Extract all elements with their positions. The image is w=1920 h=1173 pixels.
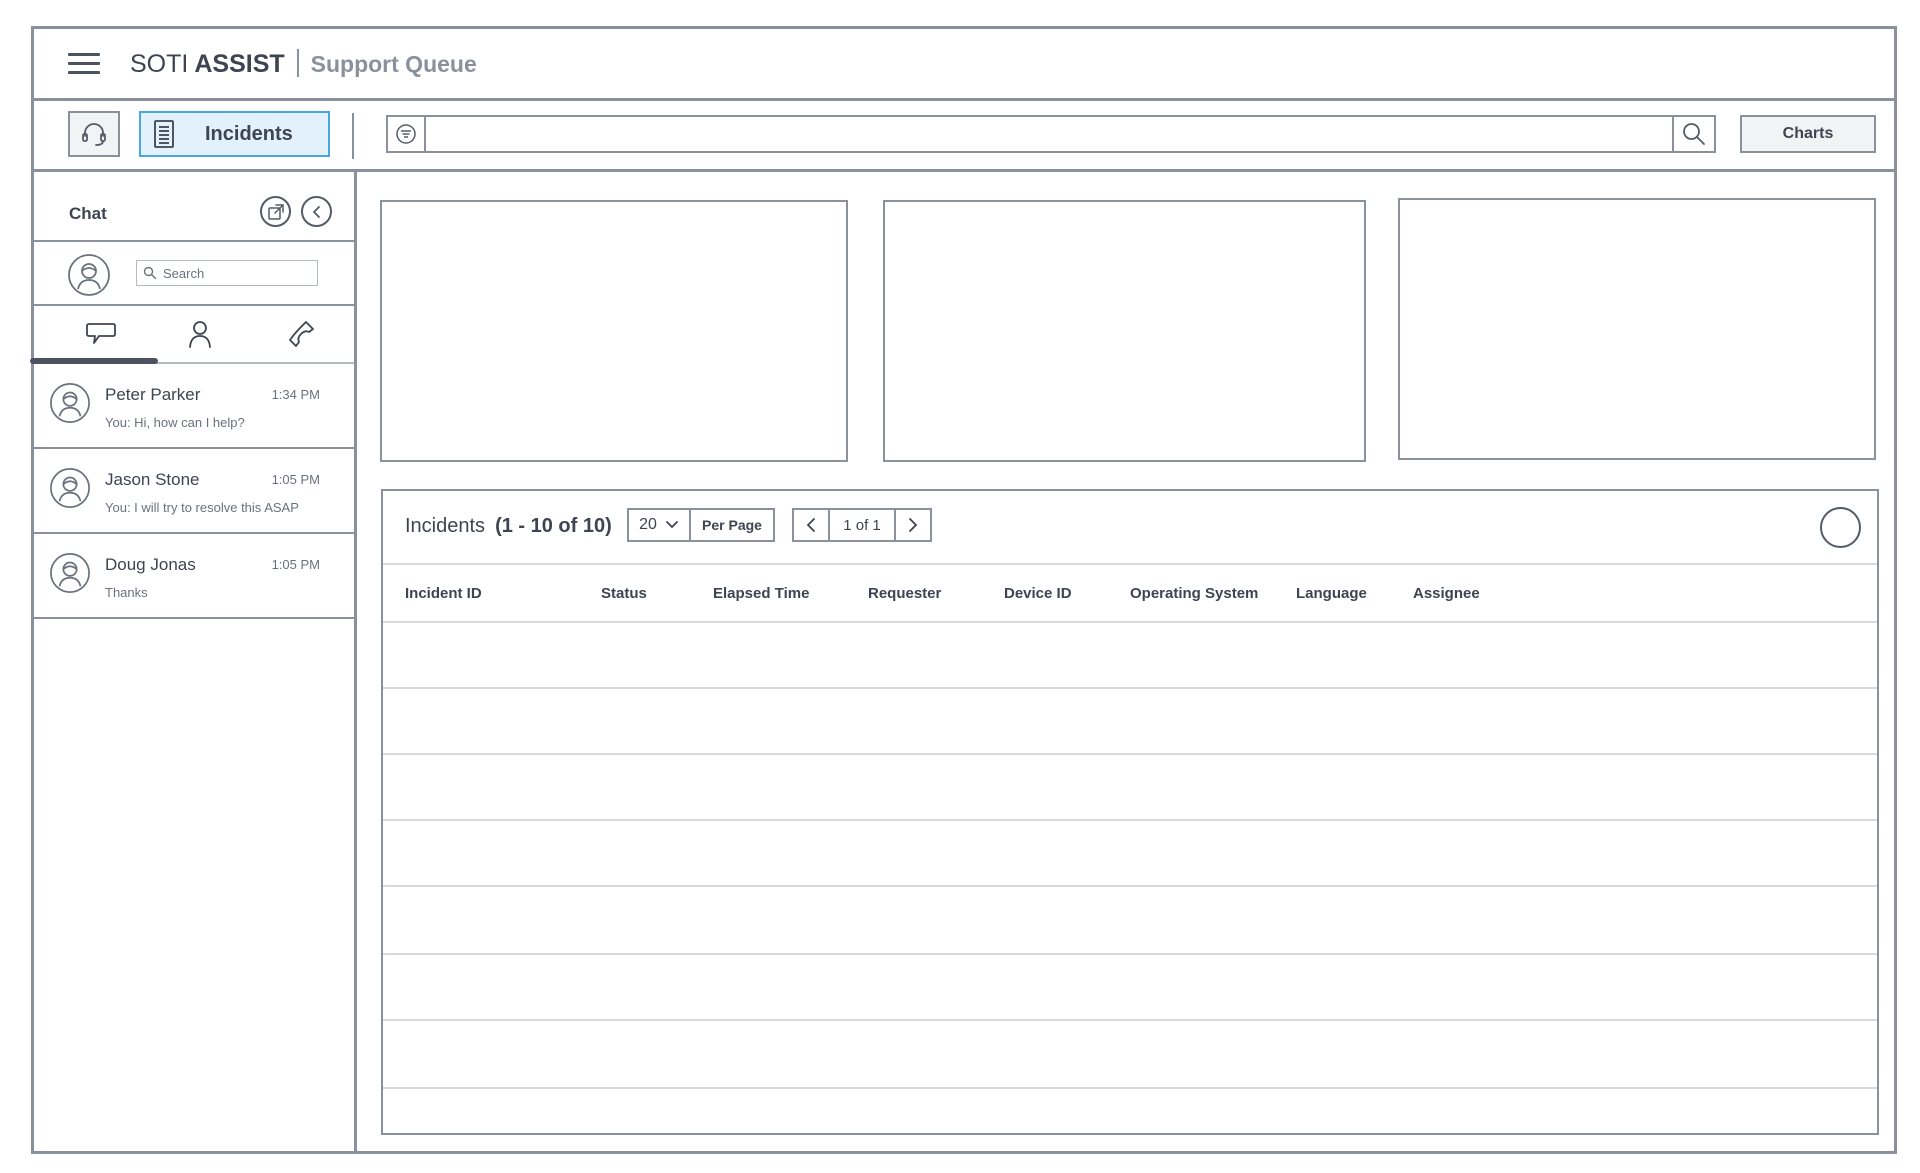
conversation-item[interactable]: Jason Stone 1:05 PM You: I will try to r… bbox=[34, 449, 354, 534]
chat-search-input[interactable] bbox=[161, 261, 311, 285]
headset-icon bbox=[82, 123, 106, 146]
tab-calls[interactable] bbox=[282, 316, 322, 352]
table-row[interactable] bbox=[383, 755, 1877, 821]
external-link-icon bbox=[267, 203, 284, 220]
table-row[interactable] bbox=[383, 955, 1877, 1021]
table-header: Incident ID Status Elapsed Time Requeste… bbox=[383, 565, 1877, 623]
column-header[interactable]: Requester bbox=[868, 585, 941, 602]
magnifier-icon bbox=[1683, 123, 1705, 145]
brand-divider bbox=[296, 49, 299, 77]
contact-name: Doug Jonas bbox=[105, 555, 196, 574]
conversation-item[interactable]: Peter Parker 1:34 PM You: Hi, how can I … bbox=[34, 364, 354, 449]
chat-header: Chat bbox=[34, 172, 354, 242]
incidents-panel: Incidents (1 - 10 of 10) 20 Per Page 1 of… bbox=[381, 489, 1879, 1135]
incidents-count: (1 - 10 of 10) bbox=[495, 515, 612, 537]
table-row[interactable] bbox=[383, 887, 1877, 955]
contact-name: Jason Stone bbox=[105, 470, 200, 489]
column-header[interactable]: Device ID bbox=[1004, 585, 1072, 602]
search-icon bbox=[143, 266, 157, 280]
contact-name: Peter Parker bbox=[105, 385, 201, 404]
phone-icon bbox=[289, 321, 314, 347]
charts-button[interactable]: Charts bbox=[1740, 115, 1876, 153]
per-page-select[interactable]: 20 bbox=[629, 510, 691, 540]
table-row[interactable] bbox=[383, 623, 1877, 689]
brand-name-bold: ASSIST bbox=[194, 50, 285, 78]
message-time: 1:05 PM bbox=[271, 557, 320, 572]
toolbar: Incidents Charts bbox=[34, 101, 1894, 172]
previous-page-button[interactable] bbox=[794, 510, 830, 540]
column-header[interactable]: Incident ID bbox=[405, 585, 482, 602]
summary-card bbox=[1398, 198, 1876, 460]
chat-search-field bbox=[136, 260, 318, 286]
next-page-button[interactable] bbox=[894, 510, 930, 540]
summary-card bbox=[380, 200, 848, 462]
support-tab-button[interactable] bbox=[68, 111, 120, 157]
column-header[interactable]: Status bbox=[601, 585, 647, 602]
conversation-item[interactable]: Doug Jonas 1:05 PM Thanks bbox=[34, 534, 354, 619]
chat-sidebar: Chat Search Peter Parker 1:34 PM You: Hi… bbox=[30, 172, 357, 1154]
document-list-icon bbox=[154, 120, 174, 148]
chevron-left-icon bbox=[312, 205, 320, 218]
column-header[interactable]: Elapsed Time bbox=[713, 585, 809, 602]
per-page-control: 20 Per Page bbox=[627, 508, 775, 542]
speech-bubble-icon bbox=[86, 323, 116, 344]
panel-action-button[interactable] bbox=[1820, 507, 1861, 548]
chevron-right-icon bbox=[909, 518, 918, 532]
brand-name-light: SOTI bbox=[130, 50, 189, 78]
incidents-title: Incidents (1 - 10 of 10) bbox=[405, 515, 612, 538]
chevron-left-icon bbox=[806, 518, 815, 532]
incidents-tab-label: Incidents bbox=[205, 122, 293, 145]
table-row[interactable] bbox=[383, 689, 1877, 755]
app-window: SOTI ASSIST Support Queue Incidents Char… bbox=[30, 26, 1897, 1154]
filter-button[interactable] bbox=[388, 117, 426, 151]
message-preview: Thanks bbox=[105, 585, 148, 600]
person-icon bbox=[189, 321, 211, 348]
popout-chat-button[interactable] bbox=[260, 196, 291, 227]
incidents-tab-button[interactable]: Incidents bbox=[139, 111, 330, 157]
collapse-sidebar-button[interactable] bbox=[301, 196, 332, 227]
message-time: 1:34 PM bbox=[271, 387, 320, 402]
app-brand: SOTI ASSIST Support Queue bbox=[130, 49, 477, 79]
message-time: 1:05 PM bbox=[271, 472, 320, 487]
contact-avatar-icon bbox=[50, 383, 90, 423]
chat-title: Chat bbox=[69, 204, 107, 223]
per-page-value: 20 bbox=[639, 516, 657, 533]
contact-avatar-icon bbox=[50, 468, 90, 508]
column-header[interactable]: Language bbox=[1296, 585, 1367, 602]
contact-avatar-icon bbox=[50, 553, 90, 593]
table-row[interactable] bbox=[383, 1021, 1877, 1089]
message-preview: You: I will try to resolve this ASAP bbox=[105, 500, 299, 515]
per-page-label: Per Page bbox=[702, 517, 762, 533]
chevron-down-icon bbox=[665, 521, 678, 529]
user-avatar-icon[interactable] bbox=[67, 253, 111, 297]
column-header[interactable]: Assignee bbox=[1413, 585, 1480, 602]
column-header[interactable]: Operating System bbox=[1130, 585, 1258, 602]
table-row[interactable] bbox=[383, 821, 1877, 887]
summary-card bbox=[883, 200, 1366, 462]
chat-tabs bbox=[30, 306, 354, 364]
message-preview: You: Hi, how can I help? bbox=[105, 415, 245, 430]
page-indicator: 1 of 1 bbox=[843, 516, 881, 534]
hamburger-menu-icon[interactable] bbox=[68, 53, 100, 75]
toolbar-divider bbox=[352, 113, 354, 159]
app-header: SOTI ASSIST Support Queue bbox=[34, 29, 1894, 101]
search-input[interactable] bbox=[428, 117, 1668, 151]
search-button[interactable] bbox=[1672, 117, 1714, 151]
filter-icon bbox=[396, 124, 416, 144]
incident-search-bar bbox=[386, 115, 1716, 153]
page-title: Support Queue bbox=[310, 51, 477, 77]
incidents-title-label: Incidents bbox=[405, 515, 486, 537]
tab-chats[interactable] bbox=[81, 316, 121, 352]
incidents-panel-header: Incidents (1 - 10 of 10) 20 Per Page 1 of… bbox=[383, 491, 1877, 565]
tab-contacts[interactable] bbox=[180, 316, 220, 352]
pagination: 1 of 1 bbox=[792, 508, 932, 542]
chat-user-row bbox=[34, 242, 354, 306]
